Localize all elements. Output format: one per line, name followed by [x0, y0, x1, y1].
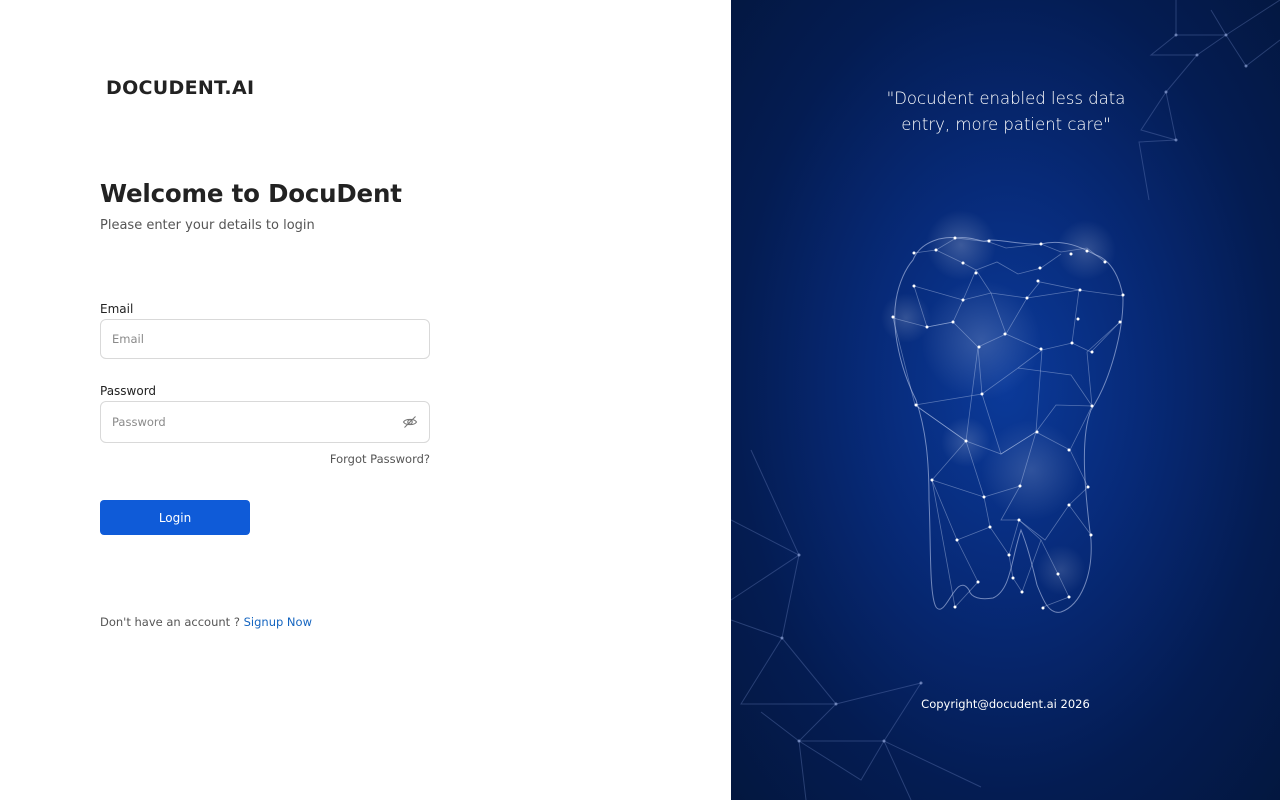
password-input[interactable]: [112, 402, 392, 442]
signup-prompt: Don't have an account ? Signup Now: [100, 615, 312, 629]
email-field-wrapper: [100, 319, 430, 359]
page-subtitle: Please enter your details to login: [100, 218, 315, 233]
forgot-password-link[interactable]: Forgot Password?: [300, 452, 430, 466]
login-panel: DOCUDENT.AI Welcome to DocuDent Please e…: [0, 0, 731, 800]
hero-panel: "Docudent enabled less data entry, more …: [731, 0, 1280, 800]
signup-link[interactable]: Signup Now: [244, 615, 312, 629]
docudent-logo: DOCUDENT.AI: [106, 77, 255, 99]
page-title: Welcome to DocuDent: [100, 179, 402, 208]
copyright-text: Copyright@docudent.ai 2026: [921, 697, 1090, 711]
eye-slash-icon[interactable]: [402, 414, 418, 430]
login-button[interactable]: Login: [100, 500, 250, 535]
password-field-wrapper: [100, 401, 430, 443]
tooth-network-icon: [881, 210, 1125, 613]
email-input[interactable]: [112, 320, 392, 358]
testimonial-quote: "Docudent enabled less data entry, more …: [886, 89, 1126, 134]
signup-prompt-text: Don't have an account ?: [100, 615, 240, 629]
password-label: Password: [100, 384, 157, 398]
email-label: Email: [100, 302, 134, 316]
